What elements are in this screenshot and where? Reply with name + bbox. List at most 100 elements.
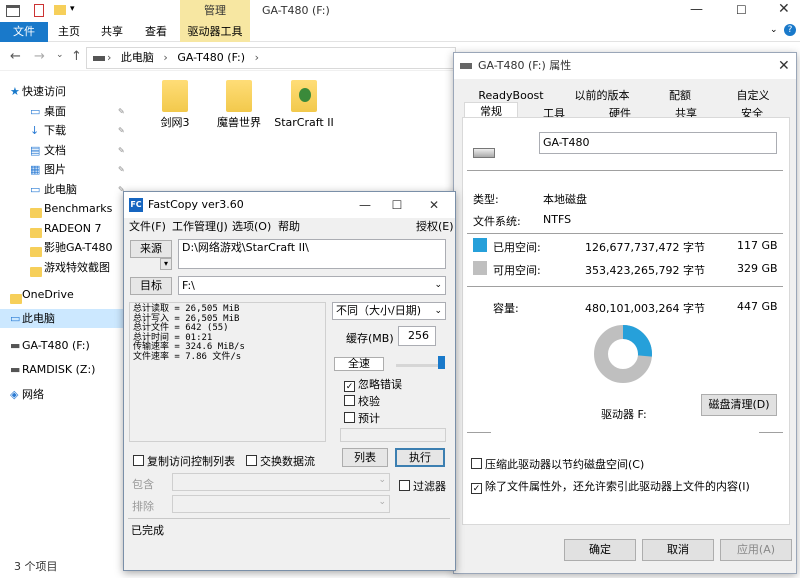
disk-cleanup-button[interactable]: 磁盘清理(D) — [701, 394, 777, 416]
checkbox-box[interactable] — [344, 395, 355, 406]
copy-mode-value: 不同（大小/日期) — [336, 304, 421, 317]
breadcrumb-this-pc[interactable]: 此电脑 — [121, 51, 154, 64]
ignore-errors-checkbox[interactable]: ✓ 忽略错误 — [344, 378, 402, 392]
estimate-checkbox[interactable]: 预计 — [344, 412, 380, 426]
free-space-label: 可用空间: — [493, 264, 541, 277]
minimize-icon[interactable]: — — [349, 192, 381, 218]
menu-file[interactable]: 文件(F) — [129, 218, 166, 236]
copy-acl-checkbox[interactable]: 复制访问控制列表 — [133, 455, 235, 469]
include-filter-input[interactable]: ⌄ — [172, 473, 390, 491]
checkbox-box[interactable] — [471, 458, 482, 469]
sidebar-item[interactable]: ▭ 此电脑 — [0, 308, 130, 328]
folder-icon — [30, 262, 42, 277]
sidebar-item-label: Benchmarks — [44, 202, 113, 215]
drive-name-input[interactable]: GA-T480 — [539, 132, 777, 154]
source-path-input[interactable]: D:\网络游戏\StarCraft II\ — [178, 239, 446, 269]
pin-icon[interactable]: ✎ — [118, 160, 125, 180]
sidebar-item[interactable]: ◈ 网络 — [0, 385, 130, 405]
tab-share[interactable]: 共享 — [92, 22, 132, 42]
maximize-icon[interactable]: ☐ — [736, 3, 747, 17]
pin-icon[interactable]: ✎ — [118, 141, 125, 161]
quick-access-dropdown-icon[interactable]: ▾ — [70, 4, 75, 14]
sidebar-item[interactable]: ↓ 下载 ✎ — [0, 121, 130, 141]
chevron-down-icon[interactable]: ⌄ — [434, 277, 442, 294]
menu-help[interactable]: 帮助 — [278, 218, 300, 236]
new-folder-quick-icon[interactable] — [54, 5, 66, 15]
progress-bar — [340, 428, 446, 442]
compress-drive-checkbox[interactable]: 压缩此驱动器以节约磁盘空间(C) — [471, 458, 644, 472]
folder-item[interactable]: 剑网3 — [140, 80, 210, 129]
folder-item[interactable]: 魔兽世界 — [204, 80, 274, 129]
pin-icon[interactable]: ✎ — [118, 102, 125, 122]
minimize-icon[interactable]: — — [690, 2, 703, 17]
help-icon[interactable]: ? — [784, 24, 796, 36]
properties-quick-icon[interactable] — [34, 4, 44, 17]
include-label: 包含 — [132, 478, 154, 491]
speed-slider-thumb[interactable] — [438, 356, 445, 369]
sidebar-item[interactable]: ▭ 桌面 ✎ — [0, 102, 130, 122]
sidebar-item[interactable]: ▭ 此电脑 ✎ — [0, 180, 130, 200]
sidebar-item[interactable]: Benchmarks — [0, 199, 130, 219]
fastcopy-titlebar: FC FastCopy ver3.60 — ☐ ✕ — [124, 192, 455, 218]
checkbox-box[interactable]: ✓ — [471, 483, 482, 494]
tab-drive-tools[interactable]: 驱动器工具 — [180, 22, 250, 42]
tab-home[interactable]: 主页 — [50, 22, 88, 42]
checkbox-box[interactable] — [133, 455, 144, 466]
address-bar[interactable]: › 此电脑 › GA-T480 (F:) › — [86, 47, 456, 69]
close-icon[interactable]: ✕ — [778, 1, 790, 17]
execute-button[interactable]: 执行 — [395, 448, 445, 467]
speed-slider-track[interactable] — [396, 364, 444, 367]
pin-icon[interactable]: ✎ — [118, 121, 125, 141]
sidebar-item[interactable]: 游戏特效截图 — [0, 258, 130, 278]
sidebar-item[interactable]: ▬ RAMDISK (Z:) — [0, 360, 130, 380]
up-arrow-icon[interactable]: ↑ — [71, 49, 82, 64]
list-button[interactable]: 列表 — [342, 448, 388, 467]
source-history-dropdown[interactable]: ▾ — [160, 258, 172, 270]
menu-options[interactable]: 选项(O) — [232, 218, 271, 236]
source-button[interactable]: 来源 — [130, 240, 172, 258]
checkbox-box[interactable] — [344, 412, 355, 423]
tab-view[interactable]: 查看 — [136, 22, 176, 42]
destination-button[interactable]: 目标 — [130, 277, 172, 295]
recent-locations-icon[interactable]: ⌄ — [56, 50, 64, 60]
checkbox-box[interactable] — [246, 455, 257, 466]
folder-item[interactable]: StarCraft II — [270, 80, 338, 129]
sidebar-item[interactable]: OneDrive — [0, 285, 130, 305]
destination-path-input[interactable]: F:\ ⌄ — [178, 276, 446, 295]
starcraft-folder-icon — [291, 80, 317, 112]
close-icon[interactable]: ✕ — [418, 192, 450, 218]
sidebar-item[interactable]: ▬ GA-T480 (F:) — [0, 336, 130, 356]
checkbox-box[interactable] — [399, 480, 410, 491]
verify-checkbox[interactable]: 校验 — [344, 395, 380, 409]
tab-file[interactable]: 文件 — [0, 22, 48, 42]
sidebar-item[interactable]: ★ 快速访问 — [0, 82, 130, 102]
index-drive-checkbox[interactable]: ✓ 除了文件属性外，还允许索引此驱动器上文件的内容(I) — [471, 480, 750, 494]
menu-job[interactable]: 工作管理(J) — [172, 218, 228, 236]
apply-button[interactable]: 应用(A) — [720, 539, 792, 561]
cancel-button[interactable]: 取消 — [642, 539, 714, 561]
maximize-icon[interactable]: ☐ — [381, 192, 413, 218]
menu-license[interactable]: 授权(E) — [416, 218, 454, 236]
sidebar-item[interactable]: ▦ 图片 ✎ — [0, 160, 130, 180]
ok-button[interactable]: 确定 — [564, 539, 636, 561]
tab-quota[interactable]: 配额 — [650, 87, 710, 105]
filter-checkbox[interactable]: 过滤器 — [399, 480, 446, 494]
forward-arrow-icon[interactable]: → — [34, 49, 45, 64]
ribbon-expand-icon[interactable]: ⌄ — [770, 25, 778, 35]
window-title: GA-T480 (F:) — [262, 4, 330, 17]
tab-previous-versions[interactable]: 以前的版本 — [560, 87, 644, 105]
sidebar-item[interactable]: 影驰GA-T480 — [0, 238, 130, 258]
sidebar-item[interactable]: RADEON 7 — [0, 219, 130, 239]
copy-mode-select[interactable]: 不同（大小/日期) ⌄ — [332, 302, 446, 320]
exclude-filter-input[interactable]: ⌄ — [172, 495, 390, 513]
checkbox-box[interactable]: ✓ — [344, 381, 355, 392]
used-space-label: 已用空间: — [493, 241, 541, 254]
alt-stream-checkbox[interactable]: 交换数据流 — [246, 455, 315, 469]
buffer-size-input[interactable]: 256 — [398, 326, 436, 346]
breadcrumb-drive[interactable]: GA-T480 (F:) — [177, 51, 245, 64]
divider — [467, 170, 783, 171]
back-arrow-icon[interactable]: ← — [10, 49, 21, 64]
tab-customize[interactable]: 自定义 — [718, 87, 788, 105]
sidebar-item[interactable]: ▤ 文档 ✎ — [0, 141, 130, 161]
close-icon[interactable]: ✕ — [778, 53, 790, 79]
